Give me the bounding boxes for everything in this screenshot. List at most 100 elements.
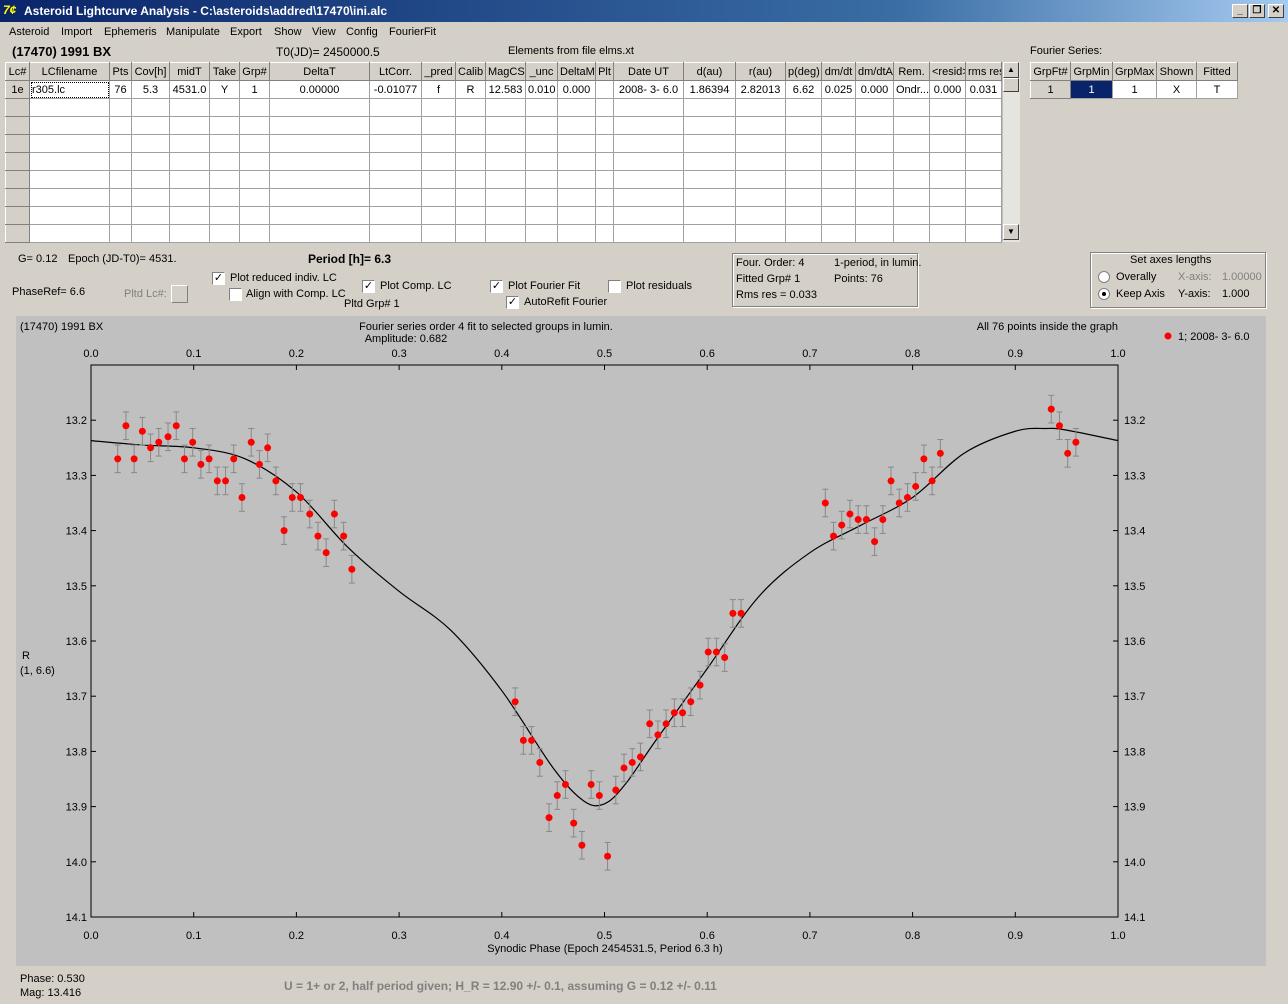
table-cell[interactable]	[929, 170, 966, 189]
fourier-cell[interactable]: T	[1196, 80, 1238, 99]
lc-col-header[interactable]: Pts	[109, 62, 132, 81]
restore-button[interactable]: ❐	[1249, 4, 1265, 18]
table-cell[interactable]	[893, 116, 930, 135]
table-cell[interactable]	[131, 170, 170, 189]
table-cell[interactable]	[455, 98, 486, 117]
lightcurve-table[interactable]: Lc# LCfilename Pts Cov[h] midT Take Grp# DeltaT…	[5, 62, 1002, 243]
lc-col-header[interactable]: d(au)	[683, 62, 736, 81]
table-cell[interactable]	[785, 134, 822, 153]
lc-col-header[interactable]: dm/dtA	[855, 62, 894, 81]
table-cell[interactable]	[735, 152, 786, 171]
table-cell[interactable]	[421, 134, 456, 153]
menu-asteroid[interactable]: Asteroid	[9, 26, 49, 38]
table-cell[interactable]	[29, 98, 110, 117]
lc-col-header[interactable]: Take	[209, 62, 240, 81]
align-comp-checkbox[interactable]	[229, 288, 242, 301]
lc-col-header[interactable]: Date UT	[613, 62, 684, 81]
table-cell[interactable]	[29, 116, 110, 135]
table-cell[interactable]	[821, 188, 856, 207]
table-cell[interactable]	[455, 134, 486, 153]
keep-axis-radio[interactable]	[1098, 288, 1110, 300]
fourier-cell[interactable]: 1	[1112, 80, 1157, 99]
table-cell[interactable]	[169, 134, 210, 153]
table-cell[interactable]	[595, 98, 614, 117]
table-cell[interactable]	[821, 116, 856, 135]
table-cell[interactable]: 0.031	[965, 80, 1002, 99]
table-cell[interactable]	[595, 224, 614, 243]
table-cell[interactable]	[269, 98, 370, 117]
table-cell[interactable]	[455, 116, 486, 135]
table-cell[interactable]	[855, 98, 894, 117]
table-cell[interactable]	[455, 188, 486, 207]
lc-col-header[interactable]: _unc	[525, 62, 558, 81]
table-cell[interactable]	[485, 98, 526, 117]
table-cell[interactable]	[893, 188, 930, 207]
menu-config[interactable]: Config	[346, 26, 378, 38]
row-header-cell[interactable]	[5, 98, 30, 117]
plot-comp-checkbox[interactable]: ✓	[362, 280, 375, 293]
fourier-col-header[interactable]: Shown	[1156, 62, 1197, 81]
table-cell[interactable]	[131, 188, 170, 207]
table-cell[interactable]	[683, 224, 736, 243]
table-cell[interactable]	[855, 206, 894, 225]
table-cell[interactable]	[109, 152, 132, 171]
lc-col-header[interactable]: DeltaT	[269, 62, 370, 81]
table-cell[interactable]	[525, 188, 558, 207]
lc-col-header[interactable]: p(deg)	[785, 62, 822, 81]
table-cell[interactable]	[131, 116, 170, 135]
table-cell[interactable]	[209, 224, 240, 243]
table-cell[interactable]: 5.3	[131, 80, 170, 99]
table-cell[interactable]	[525, 206, 558, 225]
table-cell[interactable]	[735, 116, 786, 135]
table-cell[interactable]: 6.62	[785, 80, 822, 99]
table-cell[interactable]	[965, 134, 1002, 153]
table-row[interactable]	[5, 116, 1002, 135]
table-cell[interactable]	[595, 134, 614, 153]
table-cell[interactable]	[485, 170, 526, 189]
table-cell[interactable]	[893, 152, 930, 171]
table-cell[interactable]	[557, 116, 596, 135]
table-cell[interactable]: 12.583	[485, 80, 526, 99]
table-cell[interactable]	[613, 116, 684, 135]
table-cell[interactable]	[821, 170, 856, 189]
minimize-button[interactable]: _	[1232, 4, 1248, 18]
table-cell[interactable]: 0.000	[929, 80, 966, 99]
table-row[interactable]	[5, 152, 1002, 171]
table-cell[interactable]	[169, 188, 210, 207]
table-cell[interactable]	[421, 98, 456, 117]
table-cell[interactable]	[239, 188, 270, 207]
table-cell[interactable]	[683, 188, 736, 207]
table-cell[interactable]	[855, 152, 894, 171]
row-header-cell[interactable]	[5, 152, 30, 171]
table-cell[interactable]	[239, 152, 270, 171]
table-cell[interactable]	[735, 188, 786, 207]
lc-col-header[interactable]: <resid>	[929, 62, 966, 81]
table-cell[interactable]: 76	[109, 80, 132, 99]
table-cell[interactable]	[735, 170, 786, 189]
table-cell[interactable]	[595, 170, 614, 189]
table-cell[interactable]	[785, 170, 822, 189]
table-cell[interactable]	[269, 224, 370, 243]
table-cell[interactable]	[595, 80, 614, 99]
lightcurve-chart[interactable]: (17470) 1991 BX Fourier series order 4 f…	[16, 316, 1266, 966]
table-cell[interactable]	[821, 134, 856, 153]
table-cell[interactable]	[855, 116, 894, 135]
table-cell[interactable]	[169, 206, 210, 225]
plot-reduced-checkbox[interactable]: ✓	[212, 272, 225, 285]
table-cell[interactable]	[29, 188, 110, 207]
table-cell[interactable]	[893, 224, 930, 243]
table-cell[interactable]: 0.010	[525, 80, 558, 99]
table-cell[interactable]	[269, 206, 370, 225]
lc-col-header[interactable]: _pred	[421, 62, 456, 81]
table-cell[interactable]	[965, 98, 1002, 117]
table-cell[interactable]	[369, 206, 422, 225]
table-cell[interactable]	[239, 134, 270, 153]
table-cell[interactable]: 0.000	[557, 80, 596, 99]
row-header-cell[interactable]	[5, 224, 30, 243]
plot-residuals-checkbox[interactable]	[608, 280, 621, 293]
table-cell[interactable]	[785, 116, 822, 135]
table-cell[interactable]	[557, 188, 596, 207]
table-cell[interactable]: 0.000	[855, 80, 894, 99]
table-row[interactable]	[5, 188, 1002, 207]
table-cell[interactable]	[965, 224, 1002, 243]
